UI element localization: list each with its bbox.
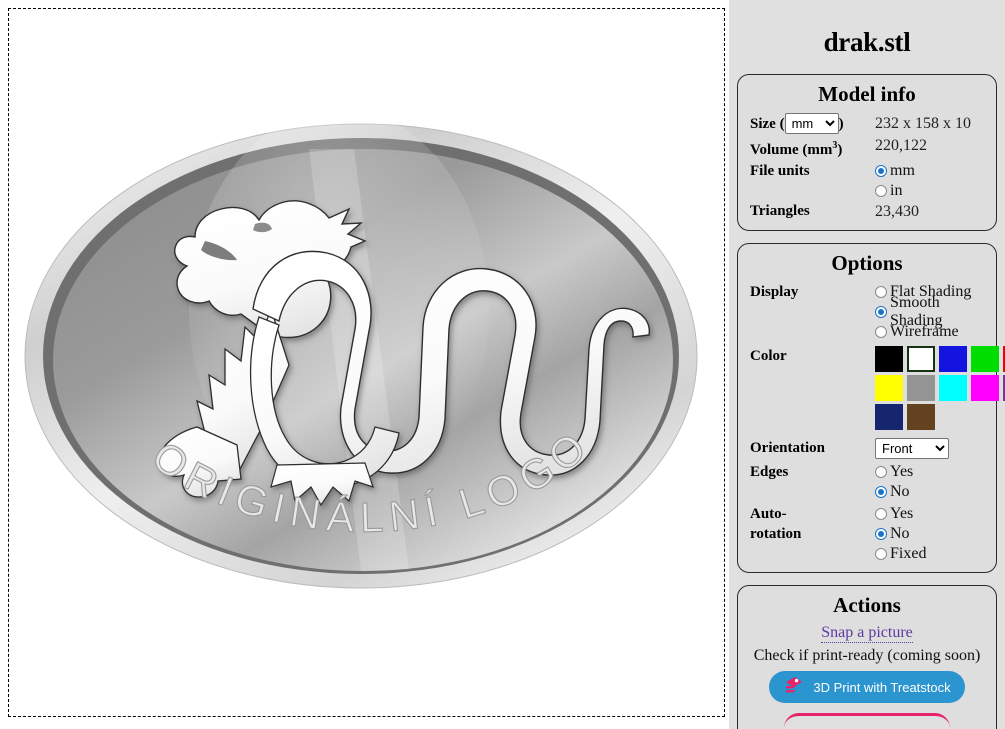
model-viewport[interactable]: ORIGINÁLNÍ LOGO xyxy=(8,8,725,717)
edges-row: Edges Yes No xyxy=(738,462,996,502)
model-info-panel: Model info Size (mmin) 232 x 158 x 10 Vo… xyxy=(737,74,997,231)
edges-option-label: Yes xyxy=(890,463,914,480)
color-swatch-black[interactable] xyxy=(875,346,903,372)
color-swatch-magenta[interactable] xyxy=(971,375,999,401)
treatstock-print-button[interactable]: 3D Print with Treatstock xyxy=(769,671,965,703)
color-swatch-cyan[interactable] xyxy=(939,375,967,401)
file-units-radio-icon[interactable] xyxy=(875,185,887,197)
file-units-radio-icon[interactable] xyxy=(875,165,887,177)
treatstock-layers-icon xyxy=(783,674,805,701)
edges-radio-icon[interactable] xyxy=(875,486,887,498)
file-units-radio-group[interactable]: mm in xyxy=(875,161,915,201)
volume-label-suffix: ) xyxy=(837,142,843,158)
file-units-label: File units xyxy=(750,163,810,179)
file-units-option-1[interactable]: in xyxy=(875,181,915,201)
edges-option-label: No xyxy=(890,483,910,500)
color-swatch-yellow[interactable] xyxy=(875,375,903,401)
edges-option-1[interactable]: No xyxy=(875,482,913,502)
auto-rotation-option-1[interactable]: No xyxy=(875,524,926,544)
display-option-1[interactable]: Smooth Shading xyxy=(875,294,996,329)
volume-row: Volume (mm3) 220,122 xyxy=(738,135,996,161)
file-units-option-0[interactable]: mm xyxy=(875,161,915,181)
auto-rotation-option-label: Fixed xyxy=(890,545,927,562)
auto-rotation-row: Auto- rotation Yes No Fixed xyxy=(738,504,996,564)
color-label: Color xyxy=(750,348,787,364)
auto-rotation-option-2[interactable]: Fixed xyxy=(875,544,926,564)
auto-rotation-radio-group[interactable]: Yes No Fixed xyxy=(875,504,926,564)
display-option-label: Wireframe xyxy=(890,323,959,340)
auto-rotation-radio-icon[interactable] xyxy=(875,528,887,540)
auto-rotation-radio-icon[interactable] xyxy=(875,508,887,520)
auto-rotation-label-line1: Auto- xyxy=(750,506,787,522)
file-units-row: File units mm in xyxy=(738,161,996,201)
edges-radio-group[interactable]: Yes No xyxy=(875,462,913,502)
triangles-value: 23,430 xyxy=(875,203,919,220)
side-panel: drak.stl Model info Size (mmin) 232 x 15… xyxy=(729,0,1005,729)
auto-rotation-option-label: No xyxy=(890,525,910,542)
triangles-row: Triangles 23,430 xyxy=(738,201,996,222)
model-info-title: Model info xyxy=(818,82,916,106)
color-swatch-gray[interactable] xyxy=(907,375,935,401)
color-swatch-grid[interactable] xyxy=(875,346,1005,430)
size-row: Size (mmin) 232 x 158 x 10 xyxy=(738,113,996,135)
color-row: Color xyxy=(738,346,1005,430)
medallion-render: ORIGINÁLNÍ LOGO xyxy=(24,109,698,589)
auto-rotation-radio-icon[interactable] xyxy=(875,548,887,560)
color-swatch-navy[interactable] xyxy=(875,404,903,430)
display-radio-icon[interactable] xyxy=(875,326,887,338)
display-radio-group[interactable]: Flat Shading Smooth Shading Wireframe xyxy=(875,282,996,342)
auto-rotation-option-0[interactable]: Yes xyxy=(875,504,926,524)
display-label: Display xyxy=(750,284,799,300)
options-panel: Options Display Flat Shading Smooth Shadi… xyxy=(737,243,1005,573)
treatstock-button-label: 3D Print with Treatstock xyxy=(813,679,951,695)
size-label-suffix: ) xyxy=(838,116,844,132)
secondary-action-button[interactable] xyxy=(784,713,950,729)
color-swatch-green[interactable] xyxy=(971,346,999,372)
size-value: 232 x 158 x 10 xyxy=(875,115,971,132)
actions-panel: Actions Snap a picture Check if print-re… xyxy=(737,585,997,729)
volume-label-prefix: Volume (mm xyxy=(750,142,833,158)
volume-label: Volume (mm3) xyxy=(750,135,875,161)
edges-radio-icon[interactable] xyxy=(875,466,887,478)
volume-value: 220,122 xyxy=(875,137,927,154)
display-row: Display Flat Shading Smooth Shading Wirefr… xyxy=(738,282,996,342)
orientation-select[interactable]: FrontBackLeftRightTopBottom xyxy=(875,438,949,459)
3d-model-preview[interactable]: ORIGINÁLNÍ LOGO xyxy=(9,9,724,716)
size-unit-select[interactable]: mmin xyxy=(784,113,839,134)
auto-rotation-option-label: Yes xyxy=(890,505,914,522)
snap-a-picture-link[interactable]: Snap a picture xyxy=(821,624,913,643)
page-title: drak.stl xyxy=(823,27,911,57)
auto-rotation-label: Auto- rotation xyxy=(750,504,875,544)
orientation-row: Orientation FrontBackLeftRightTopBottom xyxy=(738,438,996,459)
file-units-option-label: mm xyxy=(890,162,915,179)
orientation-label: Orientation xyxy=(750,440,825,456)
print-ready-note: Check if print-ready (coming soon) xyxy=(753,647,981,664)
file-units-option-label: in xyxy=(890,182,903,199)
viewer-area: ORIGINÁLNÍ LOGO xyxy=(0,0,729,729)
display-radio-icon[interactable] xyxy=(875,306,887,318)
color-swatch-blue[interactable] xyxy=(939,346,967,372)
color-swatch-brown[interactable] xyxy=(907,404,935,430)
display-radio-icon[interactable] xyxy=(875,286,887,298)
triangles-label: Triangles xyxy=(750,203,810,219)
edges-option-0[interactable]: Yes xyxy=(875,462,913,482)
size-label: Size (mmin) xyxy=(750,113,875,135)
options-title: Options xyxy=(831,251,903,275)
size-label-prefix: Size ( xyxy=(750,116,785,132)
auto-rotation-label-line2: rotation xyxy=(750,526,802,542)
display-option-2[interactable]: Wireframe xyxy=(875,322,996,342)
actions-title: Actions xyxy=(833,593,901,617)
edges-label: Edges xyxy=(750,464,789,480)
color-swatch-white[interactable] xyxy=(907,346,935,372)
